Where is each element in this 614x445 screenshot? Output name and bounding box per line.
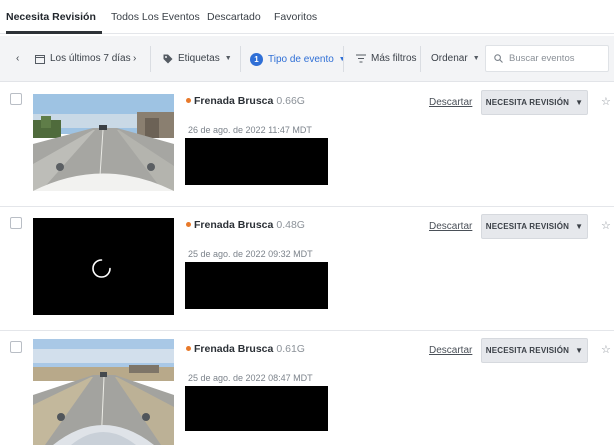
event-title: Frenada Brusca 0.61G: [186, 343, 305, 355]
next-range-button[interactable]: ›: [133, 53, 136, 64]
discard-link[interactable]: Descartar: [429, 97, 472, 108]
caret-down-icon: ▼: [224, 55, 232, 62]
event-thumbnail[interactable]: [33, 94, 174, 191]
more-filters-label: Más filtros: [371, 53, 417, 64]
caret-down-icon: ▼: [575, 346, 584, 355]
event-timestamp: 26 de ago. de 2022 11:47 MDT: [188, 125, 312, 135]
search-box: [485, 45, 609, 72]
tags-filter-label: Etiquetas: [178, 53, 220, 64]
redacted-block: [185, 138, 328, 185]
event-indicator-dot: [186, 345, 191, 351]
event-row[interactable]: Frenada Brusca 0.48G 25 de ago. de 2022 0…: [0, 207, 614, 331]
tab-discarded[interactable]: Descartado: [207, 11, 261, 23]
star-icon[interactable]: ☆: [601, 95, 611, 108]
row-checkbox[interactable]: [10, 93, 22, 105]
event-timestamp: 25 de ago. de 2022 09:32 MDT: [188, 249, 313, 259]
event-force: 0.66G: [276, 95, 305, 107]
event-thumbnail[interactable]: [33, 218, 174, 315]
status-label: NECESITA REVISIÓN: [485, 346, 570, 355]
event-type: Frenada Brusca: [194, 219, 274, 231]
event-force: 0.61G: [276, 343, 305, 355]
event-thumbnail[interactable]: [33, 339, 174, 445]
star-icon[interactable]: ☆: [601, 343, 611, 356]
event-row[interactable]: Frenada Brusca 0.61G 25 de ago. de 2022 0…: [0, 331, 614, 445]
filter-bar: ‹ Los últimos 7 días › Etiquetas ▼ 1 Tip…: [0, 36, 614, 82]
date-range-label: Los últimos 7 días: [50, 53, 131, 64]
tab-all-events[interactable]: Todos Los Eventos: [111, 11, 200, 23]
active-tab-indicator: [6, 31, 102, 34]
discard-link[interactable]: Descartar: [429, 221, 472, 232]
star-icon[interactable]: ☆: [601, 219, 611, 232]
loading-spinner-icon: [92, 259, 111, 278]
event-type-count-badge: 1: [250, 53, 263, 66]
divider: [420, 46, 421, 72]
tag-icon: [163, 54, 173, 63]
sort-dropdown[interactable]: Ordenar ▼: [431, 53, 480, 64]
status-label: NECESITA REVISIÓN: [485, 222, 570, 231]
event-timestamp: 25 de ago. de 2022 08:47 MDT: [188, 373, 313, 383]
redacted-block: [185, 262, 328, 309]
event-type-filter-label: Tipo de evento: [268, 54, 334, 65]
chevron-right-icon: ›: [133, 53, 137, 64]
event-type-filter[interactable]: 1 Tipo de evento ▼: [250, 53, 346, 66]
search-icon: [494, 54, 503, 63]
search-input[interactable]: [509, 53, 599, 64]
event-type: Frenada Brusca: [194, 343, 274, 355]
previous-range-button[interactable]: ‹: [16, 53, 19, 64]
more-filters-button[interactable]: Más filtros: [356, 53, 417, 64]
road-camera-image: [33, 339, 174, 445]
status-dropdown-button[interactable]: NECESITA REVISIÓN ▼: [481, 338, 588, 363]
caret-down-icon: ▼: [472, 55, 480, 62]
sort-label: Ordenar: [431, 53, 468, 64]
filter-lines-icon: [356, 54, 366, 63]
divider: [343, 46, 344, 72]
chevron-left-icon: ‹: [16, 53, 20, 64]
tags-filter[interactable]: Etiquetas ▼: [163, 53, 232, 64]
row-checkbox[interactable]: [10, 217, 22, 229]
event-title: Frenada Brusca 0.48G: [186, 219, 305, 231]
event-indicator-dot: [186, 97, 191, 103]
redacted-block: [185, 386, 328, 431]
event-row[interactable]: Frenada Brusca 0.66G 26 de ago. de 2022 1…: [0, 83, 614, 207]
road-camera-image: [33, 94, 174, 191]
divider: [150, 46, 151, 72]
discard-link[interactable]: Descartar: [429, 345, 472, 356]
status-dropdown-button[interactable]: NECESITA REVISIÓN ▼: [481, 214, 588, 239]
date-range-selector[interactable]: Los últimos 7 días: [35, 53, 131, 64]
caret-down-icon: ▼: [575, 98, 584, 107]
event-title: Frenada Brusca 0.66G: [186, 95, 305, 107]
status-label: NECESITA REVISIÓN: [485, 98, 570, 107]
event-indicator-dot: [186, 221, 191, 227]
tab-favorites[interactable]: Favoritos: [274, 11, 317, 23]
divider: [240, 46, 241, 72]
event-type: Frenada Brusca: [194, 95, 274, 107]
event-tabs: Necesita Revisión Todos Los Eventos Desc…: [0, 0, 614, 34]
status-dropdown-button[interactable]: NECESITA REVISIÓN ▼: [481, 90, 588, 115]
event-force: 0.48G: [276, 219, 305, 231]
row-checkbox[interactable]: [10, 341, 22, 353]
tab-needs-review[interactable]: Necesita Revisión: [6, 11, 96, 23]
calendar-icon: [35, 54, 45, 64]
caret-down-icon: ▼: [575, 222, 584, 231]
